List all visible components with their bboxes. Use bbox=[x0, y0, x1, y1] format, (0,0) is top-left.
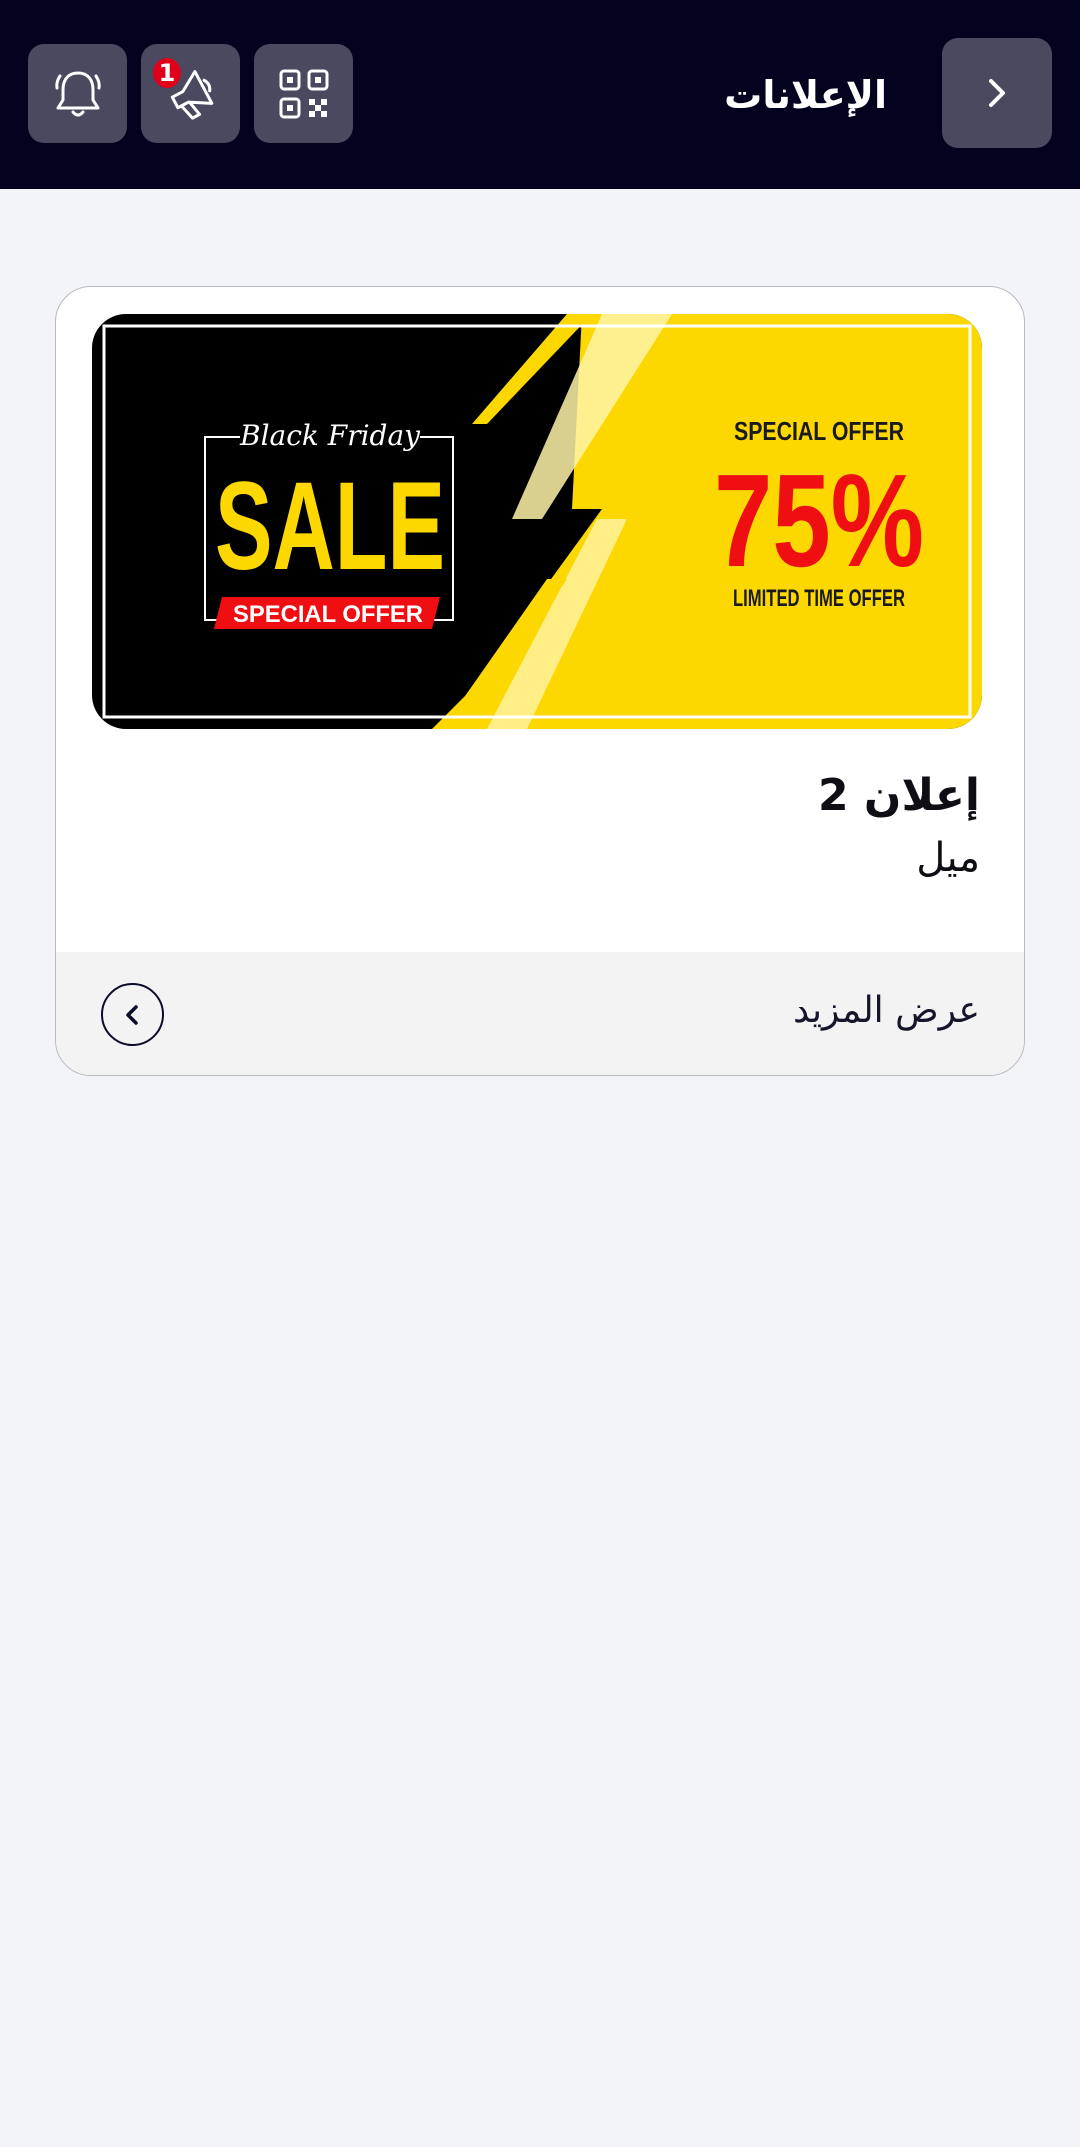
announcements-button[interactable]: 1 bbox=[141, 44, 240, 143]
banner-offer-heading: SPECIAL OFFER bbox=[734, 416, 904, 446]
banner-sale-text: SALE bbox=[215, 457, 445, 596]
card-title: إعلان 2 bbox=[817, 770, 980, 821]
banner-percent: 75% bbox=[714, 447, 924, 594]
banner-ribbon-text: SPECIAL OFFER bbox=[233, 601, 423, 628]
bell-icon bbox=[54, 71, 101, 116]
announcements-badge: 1 bbox=[153, 58, 181, 88]
chevron-left-icon bbox=[125, 1004, 138, 1025]
view-more-button[interactable] bbox=[101, 983, 164, 1046]
qr-code-icon bbox=[279, 69, 328, 118]
card-subtitle: ميل bbox=[916, 835, 980, 881]
banner-offer-footer: LIMITED TIME OFFER bbox=[733, 585, 905, 612]
announcement-card[interactable]: Black Friday SALE SPECIAL OFFER SPECIAL … bbox=[55, 286, 1025, 1076]
view-more-label[interactable]: عرض المزيد bbox=[793, 990, 980, 1031]
chevron-right-icon bbox=[989, 79, 1005, 107]
banner-script-text: Black Friday bbox=[239, 419, 421, 452]
qr-scanner-button[interactable] bbox=[254, 44, 353, 143]
announcement-banner-image[interactable]: Black Friday SALE SPECIAL OFFER SPECIAL … bbox=[92, 314, 982, 729]
page-title: الإعلانات bbox=[724, 73, 887, 117]
card-footer[interactable]: عرض المزيد bbox=[56, 952, 1024, 1075]
app-header: 1 الإعلانات bbox=[0, 0, 1080, 189]
back-button[interactable] bbox=[942, 38, 1052, 148]
notifications-button[interactable] bbox=[28, 44, 127, 143]
